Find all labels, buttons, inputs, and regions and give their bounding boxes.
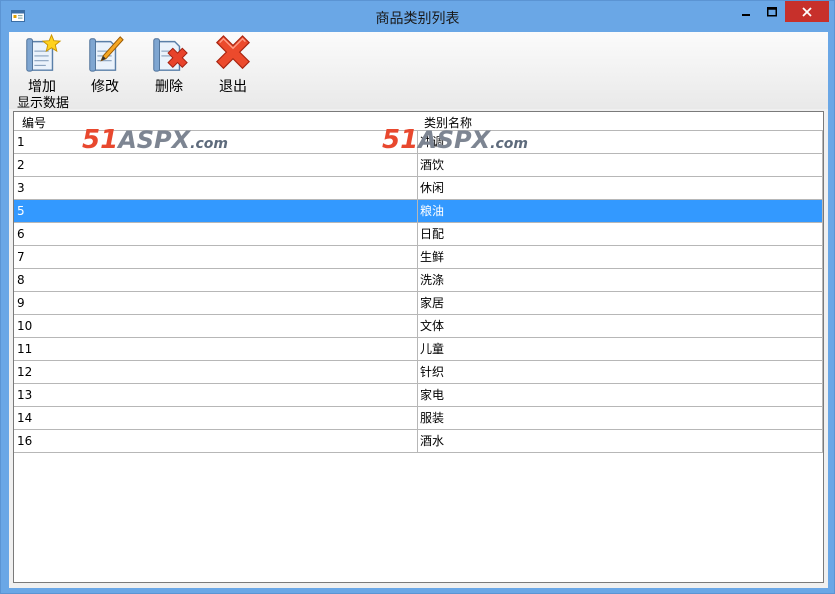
row-border	[822, 131, 823, 153]
table-row[interactable]: 5 粮油	[14, 200, 823, 223]
table-row[interactable]: 6 日配	[14, 223, 823, 246]
status-text: 显示数据	[17, 96, 70, 111]
row-border	[822, 407, 823, 429]
cell-id[interactable]: 11	[14, 338, 418, 360]
cell-id[interactable]: 2	[14, 154, 418, 176]
document-star-icon	[26, 34, 62, 72]
column-header-id[interactable]: 编号	[22, 114, 46, 131]
cell-name[interactable]: 日配	[418, 223, 823, 245]
cell-id[interactable]: 7	[14, 246, 418, 268]
table-row[interactable]: 12 针织	[14, 361, 823, 384]
cell-id[interactable]: 16	[14, 430, 418, 452]
grid-rows: 1 冲调 2 酒饮 3 休闲 5 粮油 6 日配 7 生鲜 8 洗涤 9 家居 10 文体 11 儿童 12 针织 13 家电…	[14, 131, 823, 453]
row-border	[822, 177, 823, 199]
cell-id[interactable]: 14	[14, 407, 418, 429]
cell-name[interactable]: 文体	[418, 315, 823, 337]
row-border	[822, 269, 823, 291]
toolbar: 增加 修改 删除 退出 显示数据	[9, 32, 828, 111]
table-row[interactable]: 13 家电	[14, 384, 823, 407]
table-row[interactable]: 8 洗涤	[14, 269, 823, 292]
table-row[interactable]: 2 酒饮	[14, 154, 823, 177]
exit-button[interactable]: 退出	[207, 34, 259, 96]
cell-name[interactable]: 家电	[418, 384, 823, 406]
maximize-icon	[767, 6, 777, 16]
cell-name[interactable]: 休闲	[418, 177, 823, 199]
row-border	[822, 361, 823, 383]
row-border	[822, 292, 823, 314]
delete-button[interactable]: 删除	[143, 34, 195, 96]
minimize-button[interactable]	[733, 1, 759, 22]
table-row[interactable]: 9 家居	[14, 292, 823, 315]
cell-id[interactable]: 5	[14, 200, 418, 222]
row-border	[822, 315, 823, 337]
cell-name[interactable]: 酒饮	[418, 154, 823, 176]
table-row[interactable]: 14 服装	[14, 407, 823, 430]
table-row[interactable]: 1 冲调	[14, 131, 823, 154]
cell-id[interactable]: 9	[14, 292, 418, 314]
row-border	[822, 223, 823, 245]
cell-id[interactable]: 12	[14, 361, 418, 383]
table-row[interactable]: 3 休闲	[14, 177, 823, 200]
cell-name[interactable]: 家居	[418, 292, 823, 314]
document-pencil-icon	[89, 36, 124, 72]
table-row[interactable]: 16 酒水	[14, 430, 823, 453]
exit-button-label: 退出	[219, 79, 247, 95]
cell-id[interactable]: 10	[14, 315, 418, 337]
cell-name[interactable]: 生鲜	[418, 246, 823, 268]
cell-name[interactable]: 粮油	[418, 200, 823, 222]
cell-name[interactable]: 儿童	[418, 338, 823, 360]
cell-id[interactable]: 3	[14, 177, 418, 199]
cell-name[interactable]: 针织	[418, 361, 823, 383]
cell-id[interactable]: 6	[14, 223, 418, 245]
row-border	[822, 338, 823, 360]
title-bar[interactable]: 商品类别列表	[1, 1, 834, 32]
grid-header: 编号 类别名称	[14, 112, 823, 131]
row-border	[822, 154, 823, 176]
category-grid[interactable]: 编号 类别名称 1 冲调 2 酒饮 3 休闲 5 粮油 6 日配 7 生鲜 8 洗涤 9 家居 10 文体 11 儿童…	[13, 111, 824, 583]
add-button[interactable]: 增加	[16, 34, 68, 96]
close-button[interactable]	[785, 1, 829, 22]
cell-name[interactable]: 服装	[418, 407, 823, 429]
row-border	[822, 384, 823, 406]
delete-button-label: 删除	[155, 79, 183, 95]
table-row[interactable]: 11 儿童	[14, 338, 823, 361]
column-header-name[interactable]: 类别名称	[424, 114, 472, 131]
client-area: 增加 修改 删除 退出 显示数据 编号 类别名称 1 冲调 2 酒饮 3 休闲 …	[9, 32, 828, 588]
row-border	[822, 246, 823, 268]
cell-name[interactable]: 冲调	[418, 131, 823, 153]
edit-button-label: 修改	[91, 79, 119, 95]
cell-id[interactable]: 8	[14, 269, 418, 291]
cell-name[interactable]: 酒水	[418, 430, 823, 452]
red-x-icon	[216, 35, 250, 70]
cell-id[interactable]: 13	[14, 384, 418, 406]
table-row[interactable]: 10 文体	[14, 315, 823, 338]
window-title: 商品类别列表	[375, 11, 460, 27]
close-icon	[802, 6, 812, 17]
minimize-icon	[742, 13, 750, 16]
row-border	[822, 430, 823, 452]
app-window: 商品类别列表 增加 修改 删除 退出 显示数据 编号 类别名称 1 冲调 2 酒…	[0, 0, 835, 594]
row-border	[822, 200, 823, 222]
cell-name[interactable]: 洗涤	[418, 269, 823, 291]
edit-button[interactable]: 修改	[79, 34, 131, 96]
document-x-icon	[153, 38, 188, 72]
maximize-button[interactable]	[759, 1, 785, 22]
cell-id[interactable]: 1	[14, 131, 418, 153]
table-row[interactable]: 7 生鲜	[14, 246, 823, 269]
